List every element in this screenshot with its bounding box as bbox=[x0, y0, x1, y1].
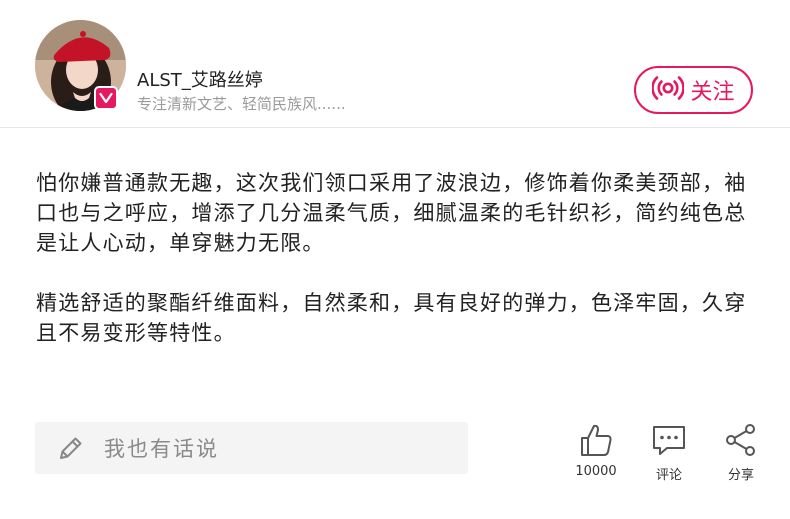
broadcast-icon bbox=[651, 74, 686, 106]
like-button[interactable]: 10000 bbox=[572, 420, 620, 479]
share-button[interactable]: 分享 bbox=[718, 420, 764, 483]
comment-placeholder: 我也有话说 bbox=[104, 437, 219, 461]
author-avatar[interactable] bbox=[35, 20, 126, 111]
v-badge-icon bbox=[94, 86, 118, 110]
follow-button[interactable]: 关注 bbox=[634, 66, 753, 114]
thumbs-up-icon bbox=[578, 420, 614, 460]
post-content: 怕你嫌普通款无趣，这次我们领口采用了波浪边，修饰着你柔美颈部，袖口也与之呼应，增… bbox=[36, 168, 758, 378]
author-description: 专注清新文艺、轻简民族风...... bbox=[137, 95, 346, 113]
follow-label: 关注 bbox=[690, 80, 735, 105]
author-header: ALST_艾路丝婷 专注清新文艺、轻简民族风...... 关注 bbox=[0, 0, 790, 128]
comment-button[interactable]: 评论 bbox=[646, 420, 692, 483]
comment-bubble-icon bbox=[651, 420, 687, 460]
share-icon bbox=[723, 420, 759, 460]
comment-input[interactable]: 我也有话说 bbox=[35, 422, 468, 474]
share-label: 分享 bbox=[727, 468, 754, 483]
comment-label: 评论 bbox=[655, 468, 682, 483]
content-paragraph: 怕你嫌普通款无趣，这次我们领口采用了波浪边，修饰着你柔美颈部，袖口也与之呼应，增… bbox=[36, 171, 747, 255]
author-name[interactable]: ALST_艾路丝婷 bbox=[137, 66, 263, 92]
pencil-icon bbox=[56, 433, 86, 463]
content-paragraph: 精选舒适的聚酯纤维面料，自然柔和，具有良好的弹力，色泽牢固，久穿且不易变形等特性… bbox=[36, 291, 747, 345]
like-count: 10000 bbox=[575, 464, 617, 479]
